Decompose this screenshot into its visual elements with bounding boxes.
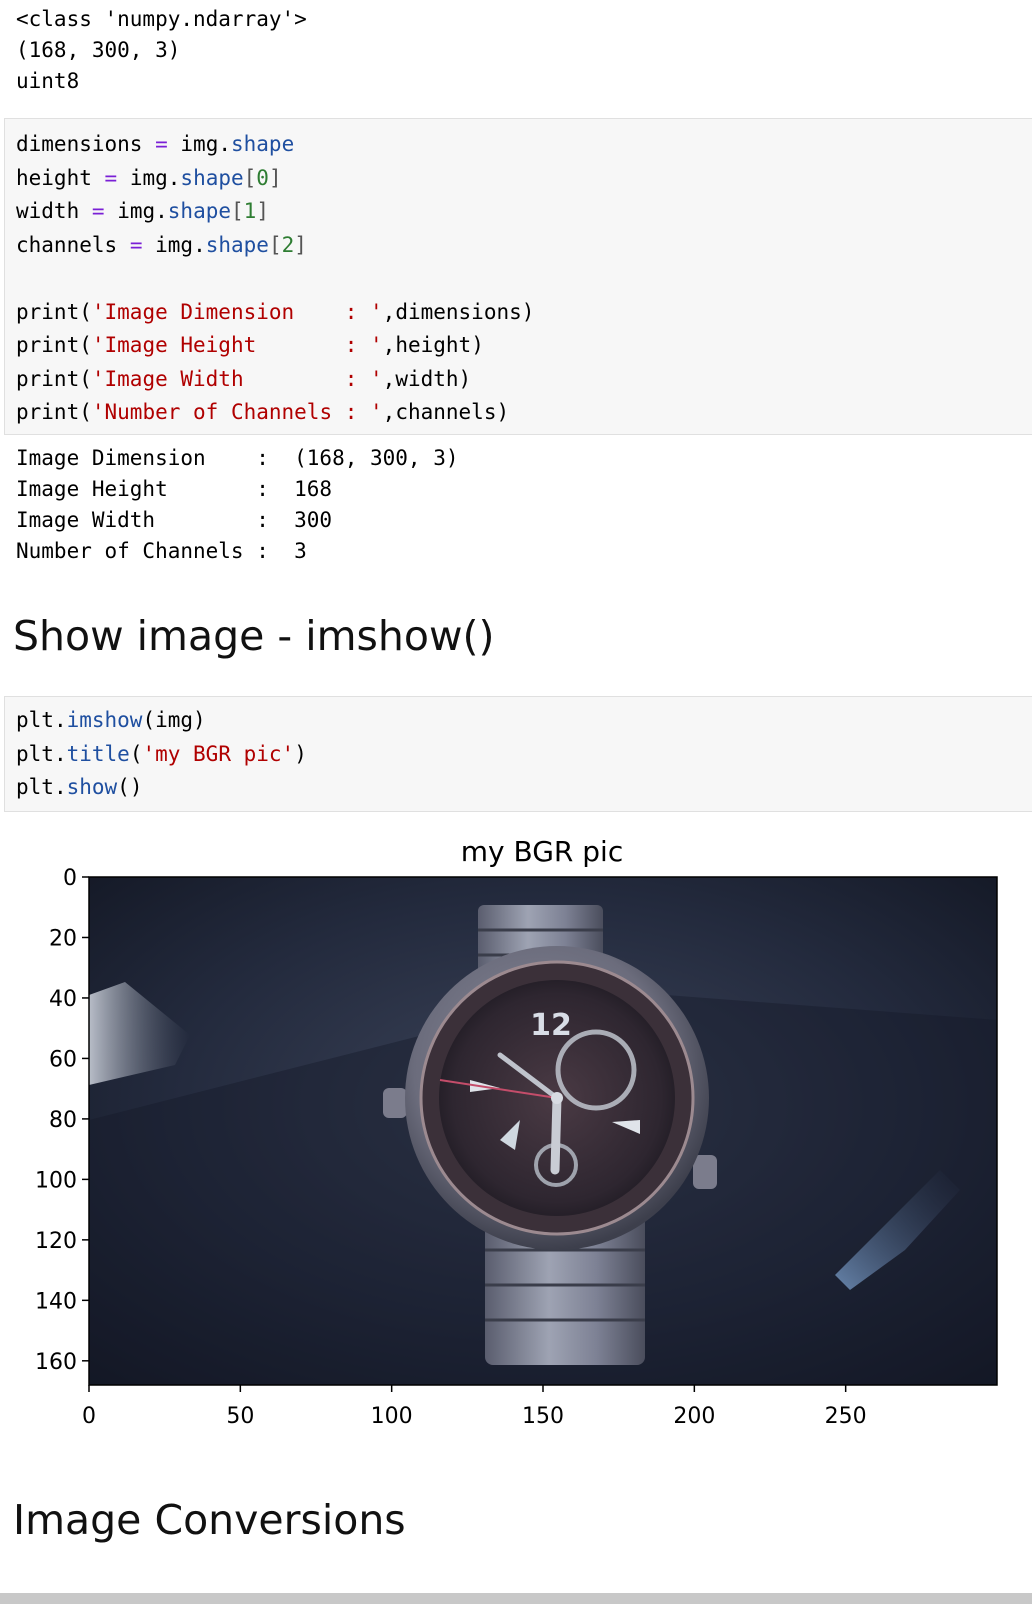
code-line: print('Image Dimension : ',dimensions)	[16, 299, 535, 324]
plot-title: my BGR pic	[461, 835, 623, 868]
image-content: 12	[89, 877, 997, 1385]
code-line: channels = img.shape[2]	[16, 232, 307, 257]
y-tick-label: 160	[35, 1350, 77, 1375]
code-line: plt.imshow(img)	[16, 708, 206, 732]
output-line: uint8	[16, 69, 80, 93]
x-axis-ticks: 0 50 100 150 200 250	[82, 1385, 867, 1429]
imshow-plot: my BGR pic 12 020406080100120140160 0 50…	[35, 835, 998, 1429]
output-line: Image Width : 300	[16, 508, 333, 532]
output-line: Number of Channels : 3	[16, 539, 307, 563]
y-axis-ticks: 0 20 40 60 80 100 120 140 160	[35, 866, 89, 1375]
y-tick-label: 60	[49, 1047, 77, 1072]
output-line: <class 'numpy.ndarray'>	[16, 7, 307, 31]
code-line: height = img.shape[0]	[16, 165, 282, 190]
y-tick-label: 0	[63, 866, 77, 891]
x-tick-label: 150	[522, 1404, 564, 1429]
code-cell-imshow[interactable]: plt.imshow(img) plt.title('my BGR pic') …	[4, 696, 1032, 812]
cell-output-type-info: <class 'numpy.ndarray'> (168, 300, 3) ui…	[16, 4, 307, 97]
output-line: Image Height : 168	[16, 477, 333, 501]
horizontal-scrollbar[interactable]	[0, 1593, 1032, 1604]
y-tick-label: 20	[49, 926, 77, 951]
y-tick-label: 100	[35, 1168, 77, 1193]
x-tick-label: 50	[226, 1404, 254, 1429]
y-tick-label: 140	[35, 1289, 77, 1314]
cell-output-dimensions: Image Dimension : (168, 300, 3) Image He…	[16, 443, 459, 567]
code-line: plt.title('my BGR pic')	[16, 741, 307, 766]
output-line: (168, 300, 3)	[16, 38, 181, 62]
code-line: width = img.shape[1]	[16, 199, 269, 223]
code-line: print('Number of Channels : ',channels)	[16, 400, 510, 424]
section-heading-show-image: Show image - imshow()	[13, 612, 495, 660]
code-cell-dimensions[interactable]: dimensions = img.shape height = img.shap…	[4, 118, 1032, 435]
watch-dial-12: 12	[530, 1008, 572, 1043]
x-tick-label: 250	[825, 1404, 867, 1429]
y-tick-label: 80	[49, 1108, 77, 1133]
y-tick-label: 40	[49, 987, 77, 1012]
code-line: plt.show()	[16, 775, 143, 799]
output-line: Image Dimension : (168, 300, 3)	[16, 446, 459, 470]
x-tick-label: 100	[371, 1404, 413, 1429]
x-tick-label: 0	[82, 1404, 96, 1429]
x-tick-label: 200	[673, 1404, 715, 1429]
section-heading-image-conversions: Image Conversions	[13, 1496, 406, 1544]
code-line: dimensions = img.shape	[16, 132, 295, 156]
code-line: print('Image Height : ',height)	[16, 333, 484, 357]
y-tick-label: 120	[35, 1229, 77, 1254]
code-line: print('Image Width : ',width)	[16, 366, 472, 391]
